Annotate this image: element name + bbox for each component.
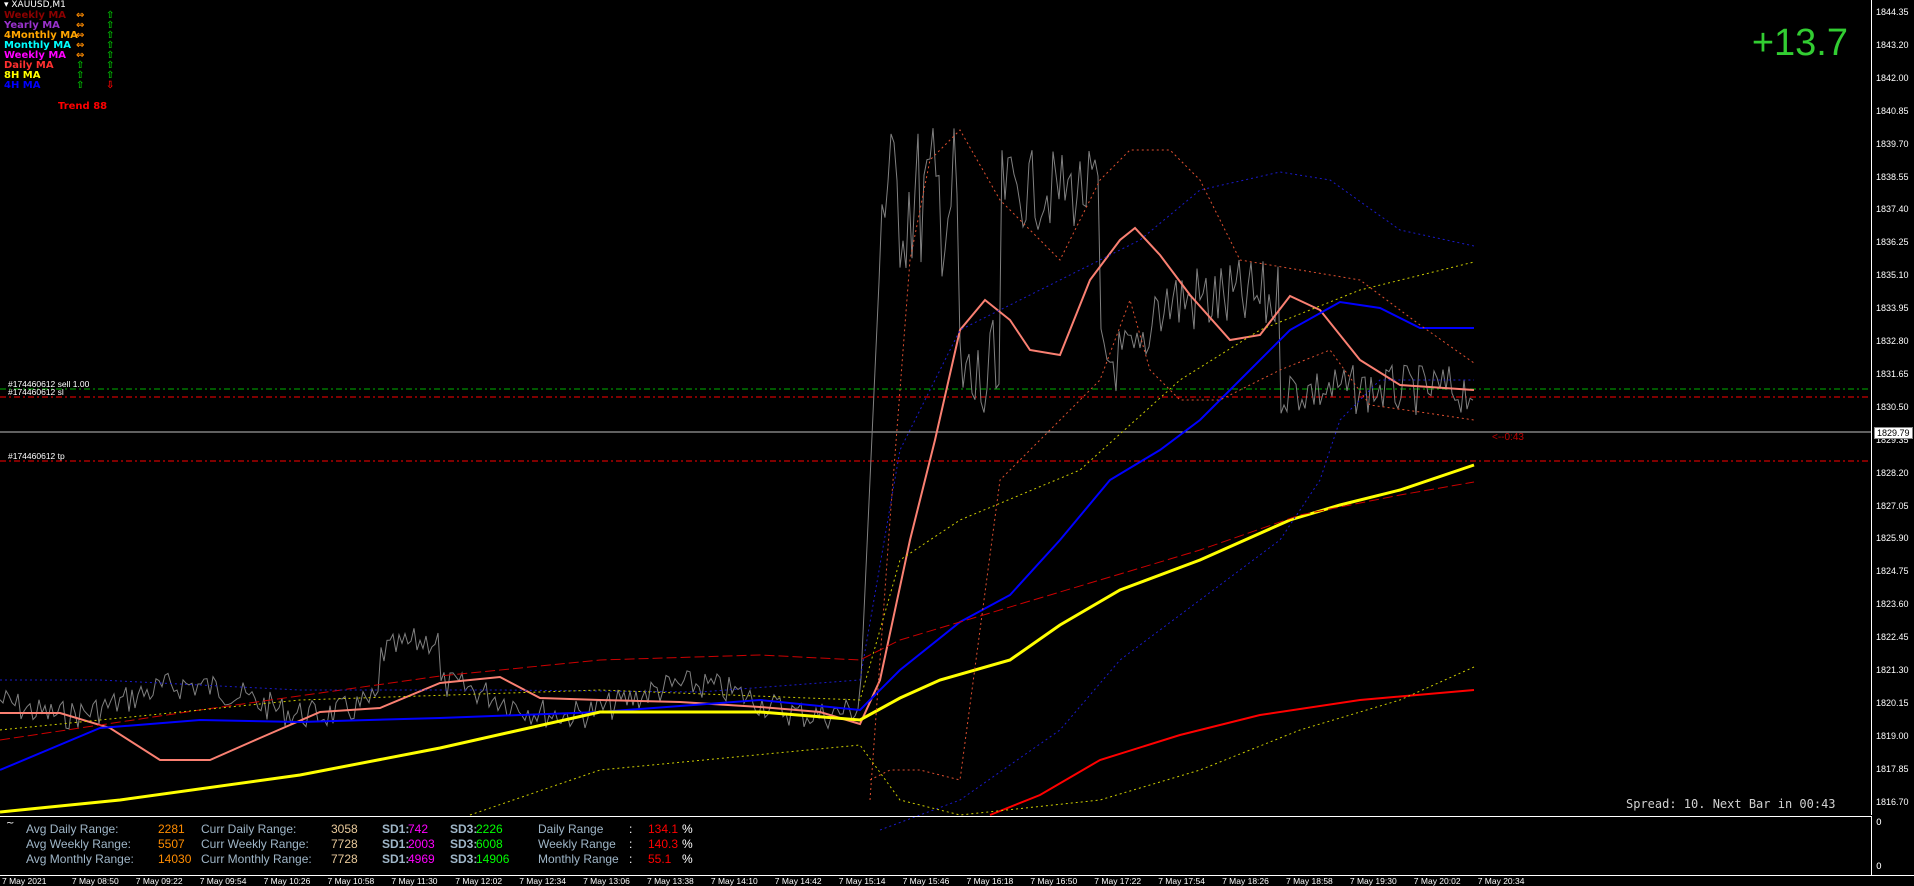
price-line [0,128,1474,730]
subwindow-axis-top: 0 [1876,818,1882,828]
legend-row: 4H MA ⇧ ⇩ [4,81,126,91]
price-tick-label: 1840.85 [1876,105,1909,116]
stats-pct: 140.3 [648,837,679,851]
trend-arrow-icon: ⇧ [76,80,85,91]
red-ma-line [989,689,1475,816]
price-tick-label: 1833.95 [1876,303,1909,314]
stats-l2: Curr Weekly Range: [201,837,309,851]
price-tick-label: 1817.85 [1876,763,1909,774]
time-axis[interactable]: 7 May 2021 7 May 08:50 7 May 09:22 7 May 09… [0,875,1914,886]
trend-label: Trend 88 [58,101,108,112]
price-tick-label: 1822.45 [1876,632,1909,643]
price-axis[interactable]: 1844.35 1843.20 1842.00 1840.85 1839.70 1838.… [1871,0,1914,815]
stats-sd3: 2226 [476,822,503,836]
price-tick-label: 1831.65 [1876,368,1909,379]
price-tick-label: 1837.40 [1876,204,1909,215]
stats-sd3l: SD3: [450,837,478,851]
price-tick-label: 1827.05 [1876,500,1909,511]
price-tick-label: 1823.60 [1876,599,1909,610]
price-tick-label: 1844.35 [1876,7,1909,17]
price-tick-label: 1819.00 [1876,730,1909,741]
stats-sd3l: SD3: [450,822,478,836]
stats-l1: Avg Monthly Range: [26,852,134,866]
price-tick-label: 1821.30 [1876,665,1909,675]
price-chart[interactable] [0,0,1914,885]
price-tick-label: 1824.75 [1876,566,1909,577]
stats-sd1: 2003 [408,837,435,851]
price-tick-label: 1830.50 [1876,401,1909,412]
stats-v2: 7728 [331,837,358,851]
stats-sd1: 742 [408,822,429,836]
h8-ma-line [0,463,1475,814]
price-tick-label: 1842.00 [1876,72,1909,83]
price-tick-label: 1828.20 [1876,467,1909,478]
price-tick-label: 1816.70 [1876,796,1909,807]
stats-sep: : [629,852,633,866]
stats-l1: Avg Daily Range: [26,822,119,836]
stats-sd1l: SD1: [382,852,410,866]
stop-loss-label: #174460612 sl [8,387,64,397]
price-tick-label: 1838.55 [1876,171,1909,182]
stats-sd3l: SD3: [450,852,478,866]
stats-pu: % [682,852,693,866]
spread-info: Spread: 10. Next Bar in 00:43 [1626,797,1836,811]
profit-value: +13.7 [1751,22,1848,64]
price-tick-label: 1820.15 [1876,697,1909,708]
ma-legend: Weekly MA ⇔ ⇧ Yearly MA ⇔ ⇧ 4Monthly MA ⇔ ⇧ Month… [4,11,126,91]
stats-sd1l: SD1: [382,837,410,851]
bar-countdown: <--0:43 [1492,432,1524,443]
stats-v2: 7728 [331,852,358,866]
stats-pu: % [682,837,693,851]
stats-l1: Avg Weekly Range: [26,837,131,851]
price-tick-label: 1825.90 [1876,533,1909,544]
stats-v1: 14030 [158,852,192,866]
current-price-tag: 1829.79 [1874,427,1913,439]
price-tick-label: 1839.70 [1876,138,1909,149]
lower-band-blue [879,379,1474,831]
stats-l2: Curr Monthly Range: [201,852,312,866]
price-tick-label: 1832.80 [1876,336,1909,346]
stats-sep: : [629,822,633,836]
symbol-label[interactable]: ▾ XAUUSD,M1 [4,0,66,10]
stats-sd1: 4969 [408,852,435,866]
stats-pu: % [682,822,693,836]
daily-ma-line [0,226,1475,761]
subwindow-axis: 0 0 [1871,816,1914,875]
stats-v1: 5507 [158,837,185,851]
stats-sep: : [629,837,633,851]
subwindow-menu-icon[interactable]: ~ [6,818,14,829]
stats-v1: 2281 [158,822,185,836]
stats-sd3: 6008 [476,837,503,851]
direction-arrow-icon: ⇩ [106,80,115,91]
symbol-text: XAUUSD,M1 [11,0,66,10]
price-tick-label: 1843.20 [1876,39,1909,50]
stats-sd3: 14906 [476,852,510,866]
stats-l3: Daily Range [538,822,604,836]
lower-band-salmon [869,298,1475,781]
take-profit-label: #174460612 tp [8,451,65,461]
subwindow-axis-bottom: 0 [1876,862,1882,872]
upper-band-yellow [0,261,1475,731]
stats-l2: Curr Daily Range: [201,822,297,836]
stats-pct: 55.1 [648,852,672,866]
upper-band-salmon [869,129,1475,801]
stats-pct: 134.1 [648,822,679,836]
price-tick-label: 1835.10 [1876,270,1909,281]
stats-l3: Monthly Range [538,852,619,866]
price-tick-label: 1836.25 [1876,237,1909,248]
legend-ma-name: 4H MA [4,80,41,91]
stats-v2: 3058 [331,822,358,836]
stats-sd1l: SD1: [382,822,410,836]
stats-l3: Weekly Range [538,837,616,851]
